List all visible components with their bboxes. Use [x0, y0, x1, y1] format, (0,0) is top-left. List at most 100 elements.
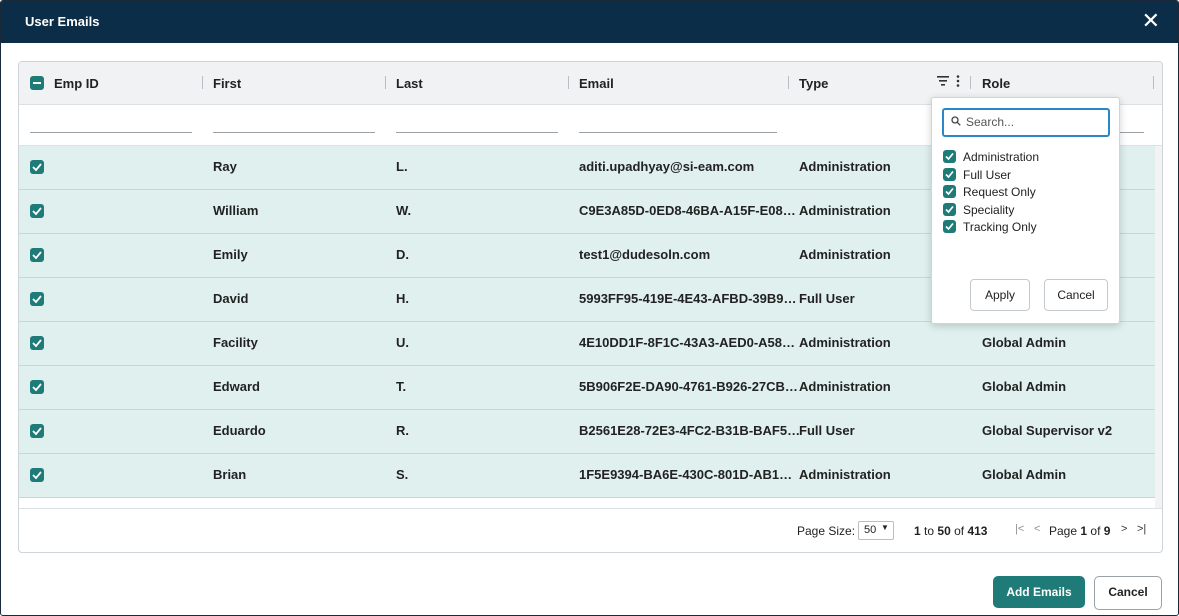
- column-separator[interactable]: [788, 76, 789, 89]
- range-total: 413: [967, 524, 988, 538]
- table-row[interactable]: Facility U. 4E10DD1F-8F1C-43A3-AED0-A58… Ad…: [19, 322, 1155, 366]
- check-icon: [32, 383, 42, 392]
- page-size-select[interactable]: 50 ▼: [858, 521, 894, 540]
- dialog-titlebar: User Emails ✕: [1, 1, 1178, 43]
- col-header-last[interactable]: Last: [396, 76, 423, 91]
- range-from: 1: [914, 524, 921, 538]
- page-of-word: of: [1090, 524, 1101, 538]
- column-separator[interactable]: [568, 76, 569, 89]
- row-checkbox[interactable]: [30, 424, 44, 438]
- page-size-value: 50: [864, 524, 877, 536]
- check-icon: [945, 187, 954, 196]
- select-all-checkbox[interactable]: [30, 76, 44, 90]
- cell-email: 1F5E9394-BA6E-430C-801D-AB1…: [579, 467, 793, 482]
- row-checkbox[interactable]: [30, 380, 44, 394]
- page-total: 9: [1103, 524, 1111, 538]
- option-checkbox[interactable]: [943, 185, 956, 198]
- close-icon[interactable]: ✕: [1142, 8, 1160, 34]
- cell-type: Administration: [799, 467, 891, 482]
- option-label: Full User: [963, 167, 1012, 182]
- column-separator[interactable]: [202, 76, 203, 89]
- page-current: 1: [1080, 524, 1088, 538]
- check-icon: [32, 163, 42, 172]
- last-page-icon[interactable]: >|: [1137, 523, 1146, 535]
- search-placeholder: Search...: [966, 115, 1015, 129]
- range-to: 50: [937, 524, 951, 538]
- table-row[interactable]: Edward T. 5B906F2E-DA90-4761-B926-27CB… Adm…: [19, 366, 1155, 410]
- emp-id-filter-input[interactable]: [30, 132, 192, 133]
- row-checkbox[interactable]: [30, 468, 44, 482]
- check-icon: [32, 251, 42, 260]
- column-filter-menu[interactable]: [937, 74, 967, 93]
- row-checkbox[interactable]: [30, 204, 44, 218]
- row-checkbox[interactable]: [30, 248, 44, 262]
- first-page-icon[interactable]: |<: [1015, 523, 1024, 535]
- check-icon: [945, 205, 954, 213]
- check-icon: [32, 471, 42, 480]
- filter-cancel-button[interactable]: Cancel: [1044, 279, 1108, 311]
- cell-last: W.: [396, 203, 412, 218]
- check-icon: [945, 222, 954, 231]
- cell-last: R.: [396, 423, 409, 438]
- cell-last: T.: [396, 379, 407, 394]
- apply-button[interactable]: Apply: [970, 279, 1030, 311]
- check-icon: [945, 152, 954, 161]
- cell-first: Brian: [213, 467, 247, 482]
- email-filter-input[interactable]: [579, 132, 777, 133]
- col-header-email[interactable]: Email: [579, 76, 614, 91]
- page-word: Page: [1049, 524, 1078, 538]
- column-separator[interactable]: [385, 76, 386, 89]
- cell-first: David: [213, 291, 249, 306]
- check-icon: [32, 295, 42, 304]
- row-checkbox[interactable]: [30, 160, 44, 174]
- cell-type: Administration: [799, 335, 891, 350]
- option-checkbox[interactable]: [943, 202, 956, 216]
- role-filter-input[interactable]: [1119, 132, 1144, 133]
- add-emails-button[interactable]: Add Emails: [993, 576, 1085, 608]
- prev-page-icon[interactable]: <: [1034, 523, 1040, 535]
- cell-last: U.: [396, 335, 409, 350]
- cell-type: Administration: [799, 203, 891, 218]
- user-emails-dialog: User Emails ✕ Emp ID First Last Email Ty…: [0, 0, 1179, 616]
- page-size-label: Page Size:: [797, 524, 856, 538]
- pagination-bar: Page Size: 50 ▼ 1 to 50 of 413 |< < Page…: [19, 509, 1162, 552]
- first-filter-input[interactable]: [213, 132, 375, 133]
- cancel-button[interactable]: Cancel: [1094, 576, 1162, 610]
- cell-email: 5993FF95-419E-4E43-AFBD-39B9…: [579, 291, 797, 306]
- vertical-scrollbar[interactable]: [1155, 146, 1162, 509]
- col-header-emp-id[interactable]: Emp ID: [54, 76, 99, 91]
- cell-first: Emily: [213, 247, 248, 262]
- cell-role: Global Admin: [982, 335, 1067, 350]
- row-checkbox[interactable]: [30, 292, 44, 306]
- col-header-role[interactable]: Role: [982, 76, 1010, 91]
- col-header-type[interactable]: Type: [799, 76, 828, 91]
- cell-first: William: [213, 203, 259, 218]
- row-checkbox[interactable]: [30, 336, 44, 350]
- check-icon: [32, 207, 42, 216]
- filter-search-input[interactable]: Search...: [942, 108, 1110, 137]
- cell-role: Global Admin: [982, 379, 1067, 394]
- cell-type: Full User: [799, 423, 855, 438]
- cell-role: Global Admin: [982, 467, 1067, 482]
- option-checkbox[interactable]: [943, 220, 956, 233]
- option-checkbox[interactable]: [943, 150, 956, 163]
- range-to-word: to: [924, 524, 935, 538]
- type-filter-popup: Search... Administration Full User Request…: [931, 97, 1120, 324]
- cell-email: C9E3A85D-0ED8-46BA-A15F-E08…: [579, 203, 796, 218]
- table-row[interactable]: Eduardo R. B2561E28-72E3-4FC2-B31B-BAF5… Fu…: [19, 410, 1155, 454]
- column-separator[interactable]: [1153, 76, 1154, 89]
- column-separator[interactable]: [970, 76, 971, 89]
- last-filter-input[interactable]: [396, 132, 558, 133]
- next-page-icon[interactable]: >: [1121, 523, 1127, 535]
- table-row[interactable]: Brian S. 1F5E9394-BA6E-430C-801D-AB1… Admin…: [19, 454, 1155, 498]
- cell-email: aditi.upadhyay@si-eam.com: [579, 159, 755, 174]
- filter-icon[interactable]: [937, 74, 967, 90]
- chevron-down-icon: ▼: [881, 523, 889, 532]
- cell-type: Administration: [799, 247, 891, 262]
- row-range: 1 to 50 of 413: [914, 524, 987, 538]
- cell-email: 5B906F2E-DA90-4761-B926-27CB…: [579, 379, 798, 394]
- col-header-first[interactable]: First: [213, 76, 241, 91]
- cell-role: Global Supervisor v2: [982, 423, 1113, 438]
- option-checkbox[interactable]: [943, 167, 956, 181]
- cell-type: Administration: [799, 159, 891, 174]
